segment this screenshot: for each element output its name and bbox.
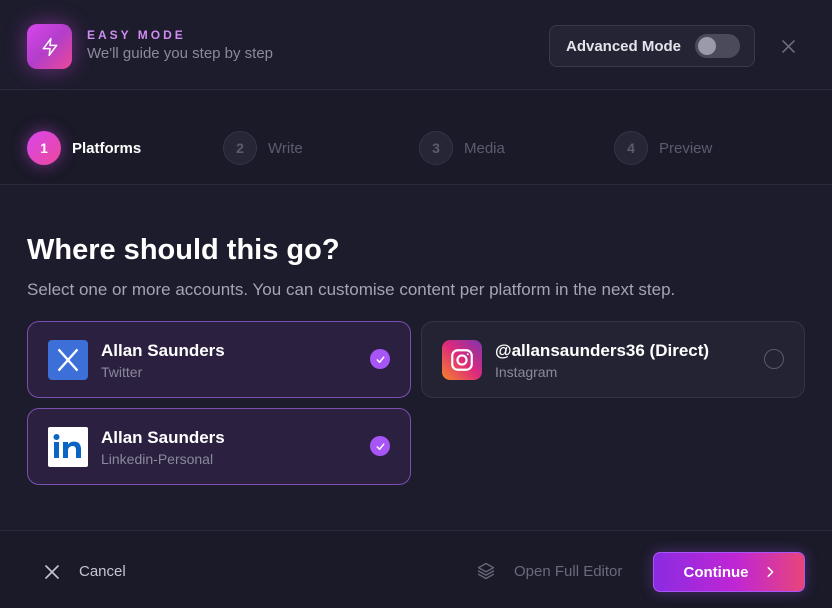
unselected-radio[interactable] (764, 349, 784, 369)
account-name: Allan Saunders (101, 428, 225, 447)
page-title: Where should this go? (27, 234, 340, 266)
step-media[interactable]: 3 Media (419, 131, 505, 165)
continue-label: Continue (683, 563, 749, 581)
advanced-mode-toggle-container[interactable]: Advanced Mode (549, 25, 755, 67)
step-label: Preview (659, 139, 713, 157)
selected-check[interactable] (370, 349, 390, 369)
open-full-editor-label: Open Full Editor (514, 562, 623, 580)
linkedin-icon (48, 427, 88, 467)
step-number: 3 (419, 131, 453, 165)
step-label: Platforms (72, 139, 142, 157)
instagram-icon (442, 340, 482, 380)
account-card-instagram[interactable]: @allansaunders36 (Direct) Instagram (421, 321, 805, 398)
page-subtitle: Select one or more accounts. You can cus… (27, 280, 676, 299)
step-write[interactable]: 2 Write (223, 131, 303, 165)
step-indicator: 1 Platforms 2 Write 3 Media 4 Preview (0, 91, 832, 185)
account-name: Allan Saunders (101, 341, 225, 360)
step-preview[interactable]: 4 Preview (614, 131, 712, 165)
cancel-button[interactable]: Cancel (45, 563, 126, 580)
close-button[interactable] (778, 36, 798, 56)
layers-icon (477, 562, 495, 580)
advanced-mode-toggle[interactable] (695, 34, 740, 58)
cancel-label: Cancel (79, 563, 126, 580)
selected-check[interactable] (370, 436, 390, 456)
account-platform: Linkedin-Personal (101, 451, 214, 467)
check-icon (376, 442, 384, 450)
account-card-twitter[interactable]: Allan Saunders Twitter (27, 321, 411, 398)
modal-footer: Cancel Open Full Editor Continue (0, 530, 832, 608)
easy-mode-logo (27, 24, 72, 69)
close-icon (45, 564, 59, 579)
mode-subtitle: We'll guide you step by step (87, 45, 274, 62)
x-twitter-icon (48, 340, 88, 380)
step-label: Write (268, 139, 303, 157)
account-name: @allansaunders36 (Direct) (495, 341, 710, 360)
advanced-mode-label: Advanced Mode (566, 38, 682, 55)
account-platform: Twitter (101, 364, 143, 380)
continue-button[interactable]: Continue (653, 552, 805, 592)
account-card-linkedin[interactable]: Allan Saunders Linkedin-Personal (27, 408, 411, 485)
modal-header: EASY MODE We'll guide you step by step A… (0, 0, 832, 90)
step-platforms[interactable]: 1 Platforms (27, 131, 141, 165)
lightning-icon (42, 37, 57, 56)
step-number: 1 (27, 131, 61, 165)
step-label: Media (464, 139, 505, 157)
step-number: 4 (614, 131, 648, 165)
open-full-editor-button[interactable]: Open Full Editor (476, 561, 622, 581)
check-icon (376, 355, 384, 363)
account-platform: Instagram (495, 364, 558, 380)
mode-label: EASY MODE (87, 28, 186, 42)
step-number: 2 (223, 131, 257, 165)
toggle-knob (698, 37, 716, 55)
close-icon (781, 39, 795, 53)
chevron-right-icon (767, 566, 773, 578)
